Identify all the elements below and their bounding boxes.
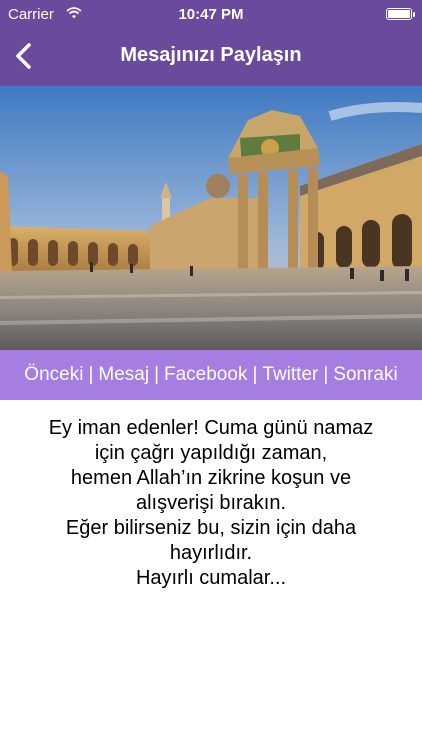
status-bar: Carrier 10:47 PM	[0, 0, 422, 28]
message-line: Eğer bilirseniz bu, sizin için daha	[65, 517, 357, 539]
link-separator: |	[252, 364, 258, 385]
message-line: hayırlıdır.	[169, 542, 253, 564]
twitter-link[interactable]: Twitter	[262, 364, 318, 386]
message-line: Ey iman edenler! Cuma günü namaz	[48, 417, 374, 439]
clock: 10:47 PM	[178, 6, 244, 23]
message-line: Hayırlı cumalar...	[135, 567, 287, 589]
link-separator: |	[323, 364, 329, 385]
battery-icon	[386, 8, 415, 20]
share-link-bar: Önceki | Mesaj | Facebook | Twitter | So…	[0, 350, 422, 400]
link-separator: |	[88, 364, 94, 385]
message-text: Ey iman edenler! Cuma günü namaz için ça…	[10, 416, 412, 591]
facebook-link[interactable]: Facebook	[164, 364, 247, 386]
message-line: alışverişi bırakın.	[135, 492, 287, 514]
message-link[interactable]: Mesaj	[98, 364, 149, 386]
link-separator: |	[154, 364, 159, 385]
previous-link[interactable]: Önceki	[24, 364, 83, 386]
message-line: hemen Allah’ın zikrine koşun ve	[70, 467, 352, 489]
message-line: için çağrı yapıldığı zaman,	[94, 442, 328, 464]
mosque-courtyard-image	[0, 86, 422, 350]
next-link[interactable]: Sonraki	[333, 364, 397, 386]
page-title: Mesajınızı Paylaşın	[120, 44, 302, 66]
navigation-header: Carrier 10:47 PM Mesajınızı Paylaşın	[0, 0, 422, 86]
